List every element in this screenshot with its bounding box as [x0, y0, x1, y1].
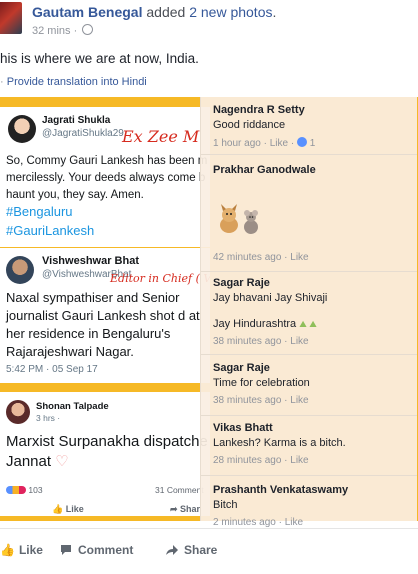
comment-author[interactable]: Vikas Bhatt	[213, 422, 346, 434]
comment-item: Sagar Raje Time for celebration 38 minut…	[213, 362, 310, 406]
comment-meta-text[interactable]: 1 hour ago · Like ·	[213, 138, 294, 149]
post-author-name: Shonan Talpade	[36, 401, 109, 412]
card-like: 👍 Like	[52, 504, 84, 515]
tweet-body: So, Commy Gauri Lankesh has been m merci…	[6, 155, 208, 201]
tweet-time: 5:42 PM · 05 Sep 17	[6, 364, 98, 375]
comment-author[interactable]: Nagendra R Setty	[213, 104, 315, 116]
share-button[interactable]: Share	[166, 543, 217, 557]
comment-meta-row: 42 minutes ago · Like	[213, 246, 309, 263]
comment-text: Bitch	[213, 499, 238, 511]
post-header: Gautam Benegal added 2 new photos. 32 mi…	[0, 0, 418, 44]
comment-meta[interactable]: 38 minutes ago · Like	[213, 336, 327, 347]
divider	[201, 415, 417, 416]
post-action-bar: 👍 Like Comment Share	[0, 528, 418, 574]
action-prefix: added	[146, 4, 186, 20]
share-arrow-icon: ➦	[170, 504, 181, 514]
action-suffix: .	[272, 4, 277, 20]
comment-text2: Jay Hindurashtra	[213, 318, 297, 330]
bullet-icon: ·	[0, 76, 4, 88]
tweet-body: Naxal sympathiser and Senior journalist …	[6, 290, 200, 359]
dog-mouse-sticker	[215, 203, 265, 244]
like-label: Like	[18, 543, 43, 557]
comment-text-line2: Jay Hindurashtra ⛰ ⛰	[213, 318, 327, 330]
post-meta: 3 hrs ·	[36, 413, 61, 423]
author-name[interactable]: Gautam Benegal	[32, 4, 142, 20]
comment-button[interactable]: Comment	[60, 543, 133, 557]
globe-icon[interactable]	[82, 24, 94, 35]
fb-post-card-shonan: Shonan Talpade 3 hrs · Marxist Surpanakh…	[0, 392, 210, 516]
card-like-label: Like	[65, 504, 84, 514]
comment-count: 31 Comment	[155, 485, 204, 495]
post-text: his is where we are at now, India.	[0, 51, 199, 66]
reactions-icon	[6, 486, 26, 494]
post-body: Marxist Surpanakha dispatche Jannat ♡	[6, 432, 210, 472]
comment-meta: 1 hour ago · Like · 1	[213, 137, 315, 149]
post-body-text: Marxist Surpanakha dispatche Jannat	[6, 433, 208, 470]
divider	[201, 154, 417, 155]
post-author-line: Gautam Benegal added 2 new photos.	[32, 4, 276, 20]
reaction-row: 103	[6, 485, 43, 495]
post-time[interactable]: 32 mins ·	[32, 24, 94, 37]
divider	[201, 271, 417, 272]
comment-author[interactable]: Prakhar Ganodwale	[213, 164, 316, 176]
comment-author[interactable]: Sagar Raje	[213, 277, 327, 289]
comment-meta[interactable]: 28 minutes ago · Like	[213, 455, 346, 466]
comment-text: Time for celebration	[213, 377, 310, 389]
tweet-author-name: Jagrati Shukla	[42, 115, 111, 126]
heart-icon: ♡	[55, 453, 69, 470]
overlay-caption: Ex Zee M	[122, 127, 200, 146]
comment-item: Prakhar Ganodwale	[213, 164, 316, 176]
tweet-avatar	[6, 256, 34, 284]
comment-author[interactable]: Prashanth Venkataswamy	[213, 484, 348, 496]
hashtag-bengaluru: #Bengaluru	[6, 204, 73, 219]
new-photos-link[interactable]: 2 new photos	[189, 4, 272, 20]
thumb-icon: 👍	[52, 504, 66, 514]
post-avatar	[6, 400, 30, 424]
like-count-icon	[296, 137, 307, 147]
divider	[201, 354, 417, 355]
author-avatar[interactable]	[0, 2, 22, 34]
lotus-icon: ⛰ ⛰	[299, 319, 317, 329]
comment-icon	[61, 545, 71, 555]
share-label: Share	[184, 543, 218, 557]
comment-label: Comment	[78, 543, 134, 557]
comment-meta[interactable]: 42 minutes ago · Like	[213, 252, 309, 263]
tweet-card-vishweshwar: Vishweshwar Bhat @VishweshwarBhat Editor…	[0, 248, 210, 383]
comments-overlay: Nagendra R Setty Good riddance 1 hour ag…	[200, 97, 417, 528]
reaction-count: 103	[28, 485, 43, 495]
comment-like-count: 1	[309, 138, 316, 149]
sticker-image	[220, 204, 258, 234]
comment-text: Jay bhavani Jay Shivaji	[213, 292, 328, 304]
like-button[interactable]: 👍 Like	[0, 543, 43, 557]
comment-item: Prashanth Venkataswamy Bitch 2 minutes a…	[213, 484, 348, 528]
comment-meta[interactable]: 38 minutes ago · Like	[213, 395, 310, 406]
comment-meta[interactable]: 2 minutes ago · Like	[213, 517, 348, 528]
translate-link[interactable]: Provide translation into Hindi	[7, 76, 147, 88]
hashtag-gaurilankesh: #GauriLankesh	[6, 223, 95, 238]
share-icon	[166, 545, 178, 555]
divider	[201, 475, 417, 476]
comment-item: Sagar Raje Jay bhavani Jay Shivaji Jay H…	[213, 277, 327, 347]
tweet-avatar	[8, 115, 36, 143]
card-share: ➦ Shar	[170, 504, 200, 515]
tweet-author-name: Vishweshwar Bhat	[42, 255, 139, 267]
translate-row[interactable]: · Provide translation into Hindi	[0, 76, 147, 88]
comment-item: Vikas Bhatt Lankesh? Karma is a bitch. 2…	[213, 422, 346, 466]
overlay-caption: Editor in Chief ( Vi	[110, 272, 210, 285]
comment-author[interactable]: Sagar Raje	[213, 362, 310, 374]
comment-text: Good riddance	[213, 119, 286, 131]
tweet-card-jagrati: Jagrati Shukla @JagratiShukla29 Ex Zee M…	[0, 107, 210, 247]
post-timestamp[interactable]: 32 mins	[32, 25, 71, 37]
tweet-handle: @JagratiShukla29	[42, 128, 124, 139]
card-share-label: Shar	[180, 504, 201, 514]
thumbs-up-icon: 👍	[0, 543, 15, 557]
comment-item: Nagendra R Setty Good riddance 1 hour ag…	[213, 104, 315, 149]
comment-text: Lankesh? Karma is a bitch.	[213, 437, 346, 449]
